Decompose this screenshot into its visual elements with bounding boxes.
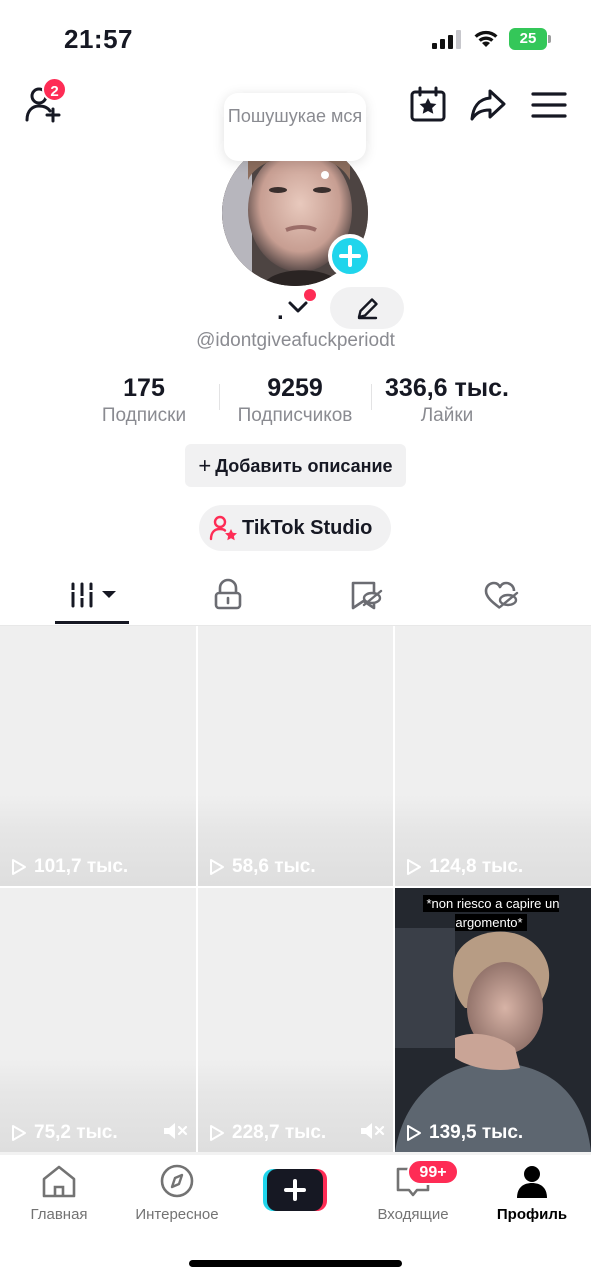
compass-icon <box>160 1164 194 1198</box>
videos-grid-icon <box>70 582 116 608</box>
home-indicator <box>189 1260 402 1267</box>
tab-favorites[interactable] <box>292 570 439 626</box>
home-icon <box>42 1165 76 1198</box>
note-bubble[interactable]: Пошушукае мся <box>224 93 366 161</box>
followers-label: Подписчиков <box>237 405 353 426</box>
view-count: 124,8 тыс. <box>429 856 524 877</box>
play-icon <box>12 859 26 875</box>
muted-icon <box>164 1123 188 1139</box>
active-tab-indicator <box>55 621 129 624</box>
view-count: 139,5 тыс. <box>429 1122 524 1143</box>
video-tile[interactable]: 101,7 тыс. <box>0 626 196 886</box>
tiktok-studio-button[interactable]: TikTok Studio <box>199 505 391 551</box>
add-description-button[interactable]: + Добавить описание <box>185 444 406 487</box>
play-icon <box>210 1125 224 1141</box>
lock-icon <box>214 578 242 610</box>
status-bar: 21:57 25 <box>0 0 591 70</box>
tab-private[interactable] <box>154 570 301 626</box>
stat-divider <box>219 384 220 410</box>
nav-profile[interactable]: Профиль <box>473 1163 591 1223</box>
calendar-star-icon[interactable] <box>406 83 450 127</box>
liked-hidden-icon <box>484 581 519 610</box>
following-count: 175 <box>123 374 165 402</box>
wifi-icon <box>474 30 498 47</box>
video-views: 58,6 тыс. <box>208 856 316 878</box>
edit-profile-button[interactable] <box>330 287 404 329</box>
menu-icon[interactable] <box>527 83 571 127</box>
nav-home-label: Главная <box>30 1206 88 1223</box>
add-avatar-button[interactable] <box>328 234 372 278</box>
plus-icon <box>339 245 361 267</box>
likes-count: 336,6 тыс. <box>385 374 509 402</box>
view-count: 58,6 тыс. <box>232 856 316 877</box>
inbox-badge: 99+ <box>407 1159 459 1185</box>
video-views: 228,7 тыс. <box>208 1122 326 1144</box>
nav-profile-label: Профиль <box>496 1206 568 1223</box>
plus-icon: + <box>198 453 212 478</box>
play-icon <box>12 1125 26 1141</box>
stat-followers[interactable]: 9259 Подписчиков <box>226 373 364 429</box>
stat-likes[interactable]: 336,6 тыс. Лайки <box>376 373 518 429</box>
chevron-down-icon[interactable] <box>287 298 309 316</box>
following-label: Подписки <box>101 405 187 426</box>
account-notification-dot <box>304 289 316 301</box>
video-views: 124,8 тыс. <box>405 856 523 878</box>
creator-star-icon <box>209 515 237 541</box>
view-count: 75,2 тыс. <box>34 1122 118 1143</box>
play-icon <box>407 859 421 875</box>
add-description-label: Добавить описание <box>215 456 393 476</box>
signal-icon <box>432 29 462 49</box>
nav-discover-label: Интересное <box>135 1206 219 1223</box>
video-views: 101,7 тыс. <box>10 856 128 878</box>
share-icon[interactable] <box>466 83 510 127</box>
video-tile[interactable]: 124,8 тыс. <box>395 626 591 886</box>
view-count: 101,7 тыс. <box>34 856 129 877</box>
caption-text: *non riesco a capire un argomento* <box>422 895 560 931</box>
friends-badge: 2 <box>42 77 67 102</box>
tab-videos[interactable] <box>20 570 167 626</box>
battery-level: 25 <box>509 28 547 50</box>
stat-following[interactable]: 175 Подписки <box>88 373 200 429</box>
stat-divider <box>371 384 372 410</box>
video-tile[interactable]: 58,6 тыс. <box>198 626 393 886</box>
profile-tabs <box>0 570 591 626</box>
video-tile[interactable]: 228,7 тыс. <box>198 888 393 1152</box>
video-views: 75,2 тыс. <box>10 1122 118 1144</box>
nav-inbox-label: Входящие <box>377 1206 449 1223</box>
play-icon <box>407 1125 421 1141</box>
username-handle: @idontgiveafuckperiodt <box>196 330 395 351</box>
pencil-icon <box>357 298 378 320</box>
profile-icon <box>517 1166 547 1198</box>
tab-liked[interactable] <box>430 570 577 626</box>
followers-count: 9259 <box>267 374 323 402</box>
battery-charging-icon: 25 <box>509 28 551 50</box>
video-tile[interactable]: 75,2 тыс. <box>0 888 196 1152</box>
status-time: 21:57 <box>64 24 133 54</box>
muted-icon <box>361 1123 385 1139</box>
bubble-tail <box>321 171 329 179</box>
play-icon <box>210 859 224 875</box>
nav-home[interactable]: Главная <box>0 1163 118 1223</box>
video-caption: *non riesco a capire un argomento* <box>417 894 565 932</box>
video-tile[interactable]: *non riesco a capire un argomento* 139,5… <box>395 888 591 1152</box>
tiktok-studio-label: TikTok Studio <box>242 517 373 539</box>
display-name[interactable]: . <box>277 300 284 324</box>
create-icon[interactable] <box>263 1169 327 1211</box>
bookmark-hidden-icon <box>351 581 383 610</box>
view-count: 228,7 тыс. <box>232 1122 327 1143</box>
likes-label: Лайки <box>420 405 474 426</box>
nav-discover[interactable]: Интересное <box>118 1163 236 1223</box>
video-views: 139,5 тыс. <box>405 1122 523 1144</box>
